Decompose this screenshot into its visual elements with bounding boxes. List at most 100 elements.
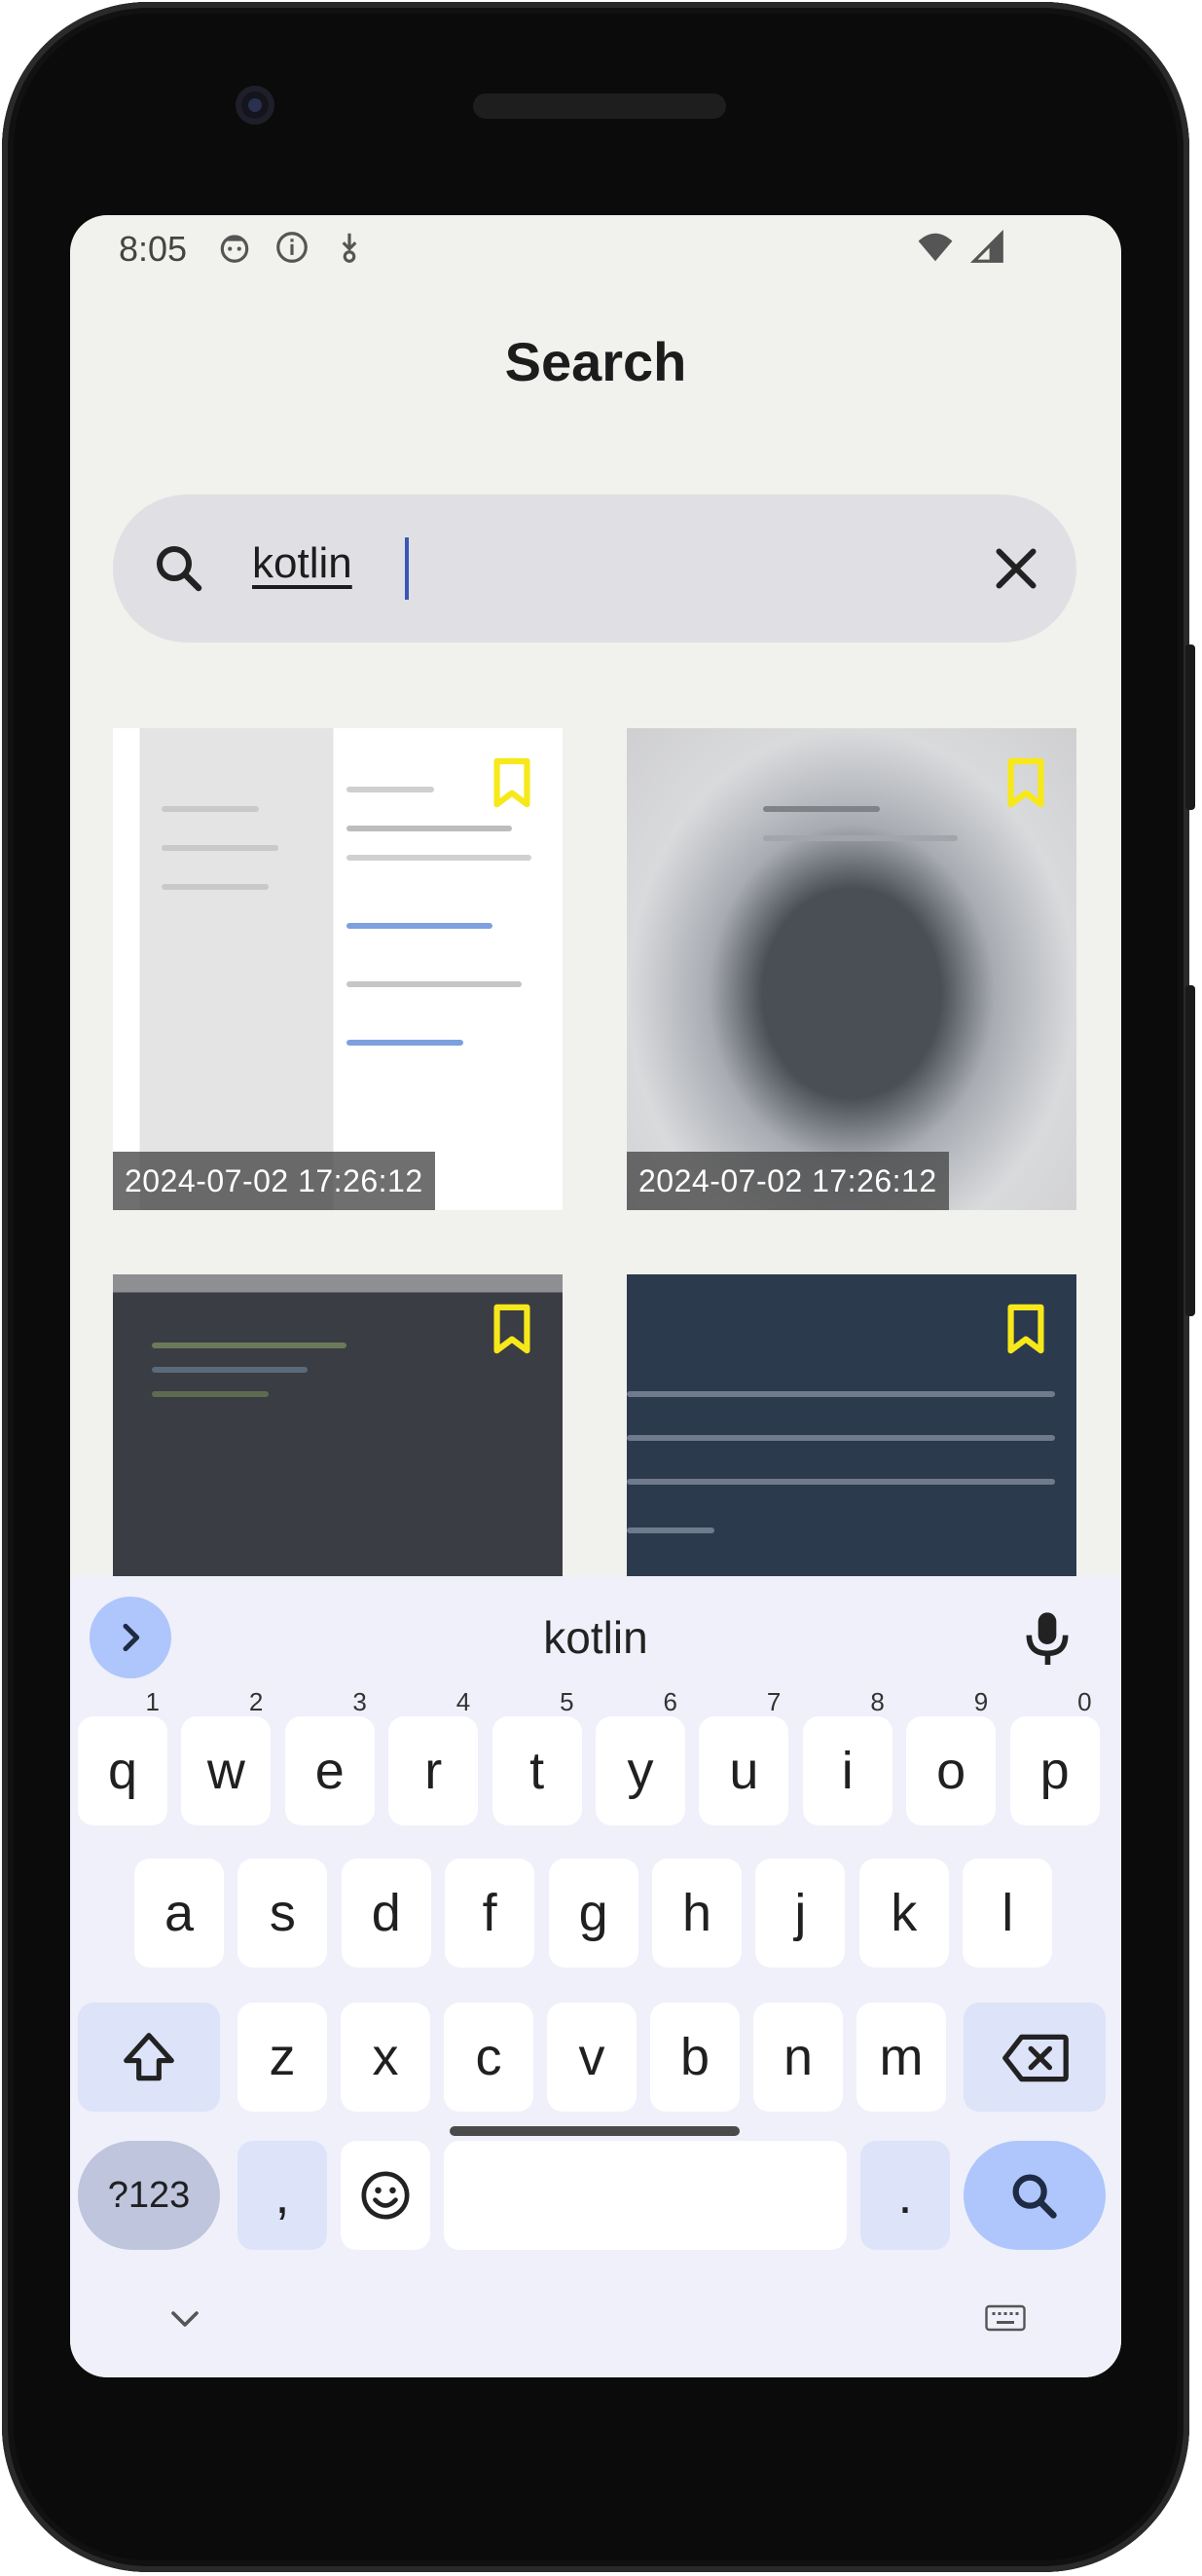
photo-timestamp: 2024-07-02 17:26:12 [113, 1152, 435, 1210]
key-r[interactable]: r4 [388, 1689, 479, 1825]
key-number-hint: 8 [870, 1687, 885, 1716]
key-number-hint: 2 [248, 1687, 264, 1716]
key-m[interactable]: m [856, 2003, 946, 2112]
backspace-key[interactable] [964, 2003, 1106, 2112]
signal-icon [969, 229, 1003, 263]
key-y[interactable]: y6 [596, 1689, 685, 1825]
key-t[interactable]: t5 [492, 1689, 582, 1825]
earpiece-speaker [473, 93, 726, 119]
text-cursor [405, 537, 409, 600]
thumbnail-text [152, 1343, 346, 1348]
key-label: r [424, 1742, 443, 1800]
key-label: y [627, 1742, 654, 1800]
key-p[interactable]: p0 [1009, 1689, 1100, 1825]
key-u[interactable]: u7 [699, 1689, 789, 1825]
search-icon [1012, 2174, 1057, 2219]
thumbnail-text [346, 826, 512, 831]
thumbnail-text [346, 855, 531, 861]
keyboard-switch-icon[interactable] [983, 2303, 1028, 2333]
key-e[interactable]: e3 [284, 1689, 375, 1825]
key-f[interactable]: f [445, 1858, 535, 1968]
key-n[interactable]: n [753, 2003, 843, 2112]
key-label: o [936, 1742, 966, 1800]
result-card[interactable]: 2024-07-02 17:26:12 [627, 728, 1076, 1210]
key-label: p [1039, 1742, 1070, 1800]
key-label: i [841, 1742, 854, 1800]
key-i[interactable]: i8 [802, 1689, 892, 1825]
result-card[interactable] [627, 1274, 1076, 1576]
bookmark-icon[interactable] [1006, 757, 1045, 810]
key-o[interactable]: o9 [906, 1689, 997, 1825]
shift-icon [124, 2033, 174, 2081]
key-a[interactable]: a [134, 1858, 224, 1968]
key-v[interactable]: v [547, 2003, 637, 2112]
search-key[interactable] [964, 2141, 1106, 2250]
backspace-icon [1002, 2034, 1069, 2082]
page-title: Search [504, 331, 687, 392]
bookmark-icon[interactable] [492, 757, 531, 810]
screen: 8:05 Search kotlin 2024-07-02 17:26:12 2… [70, 215, 1121, 2377]
thumbnail-text [763, 806, 880, 812]
key-number-hint: 3 [352, 1687, 367, 1716]
key-s[interactable]: s [237, 1858, 328, 1968]
thumbnail-text [346, 1040, 463, 1046]
status-time: 8:05 [119, 229, 188, 269]
volume-button [1185, 985, 1195, 1316]
close-icon[interactable] [987, 539, 1045, 598]
emoji-icon [361, 2171, 410, 2220]
key-x[interactable]: x [341, 2003, 430, 2112]
front-camera [236, 86, 274, 125]
thumbnail-text [346, 981, 522, 987]
shift-key[interactable] [78, 2003, 220, 2112]
thumbnail-text [152, 1367, 308, 1373]
key-l[interactable]: l [963, 1858, 1053, 1968]
search-bar[interactable]: kotlin [113, 495, 1076, 643]
key-w[interactable]: w2 [181, 1689, 272, 1825]
comma-key[interactable]: , [237, 2141, 327, 2250]
thumbnail-text [627, 1527, 714, 1533]
key-h[interactable]: h [652, 1858, 742, 1968]
key-label: u [729, 1742, 759, 1800]
bookmark-icon[interactable] [492, 1304, 531, 1356]
thumbnail-text [346, 923, 492, 929]
emoji-key[interactable] [341, 2141, 430, 2250]
suggestion-word[interactable]: kotlin [70, 1611, 1121, 1664]
key-d[interactable]: d [341, 1858, 431, 1968]
photo-timestamp: 2024-07-02 17:26:12 [627, 1152, 949, 1210]
face-notification-icon [220, 235, 249, 263]
key-c[interactable]: c [444, 2003, 533, 2112]
key-label: w [206, 1742, 245, 1800]
search-input[interactable]: kotlin [252, 539, 352, 588]
symbols-key[interactable]: ?123 [78, 2141, 220, 2250]
wifi-icon [918, 233, 953, 262]
key-number-hint: 0 [1077, 1687, 1092, 1716]
key-j[interactable]: j [755, 1858, 846, 1968]
period-key[interactable]: . [860, 2141, 950, 2250]
power-button [1185, 644, 1195, 810]
key-g[interactable]: g [548, 1858, 638, 1968]
microphone-icon[interactable] [1020, 1607, 1075, 1668]
key-z[interactable]: z [237, 2003, 327, 2112]
key-b[interactable]: b [650, 2003, 740, 2112]
bookmark-icon[interactable] [1006, 1304, 1045, 1356]
result-card[interactable] [113, 1274, 563, 1576]
search-icon[interactable] [150, 539, 208, 598]
hide-keyboard-icon[interactable] [167, 2307, 202, 2331]
key-number-hint: 7 [766, 1687, 782, 1716]
thumbnail-text [627, 1391, 1055, 1397]
info-icon [276, 232, 308, 263]
space-key[interactable] [444, 2141, 847, 2250]
thumbnail-text [162, 845, 278, 851]
thumbnail-text [346, 787, 434, 792]
key-number-hint: 4 [455, 1687, 471, 1716]
soft-keyboard: kotlin q1w2e3r4t5y6u7i8o9p0 asdfghjkl zx… [70, 1576, 1121, 2377]
result-card[interactable]: 2024-07-02 17:26:12 [113, 728, 563, 1210]
key-number-hint: 5 [560, 1687, 574, 1716]
thumbnail-text [162, 806, 259, 812]
key-number-hint: 6 [663, 1687, 677, 1716]
key-label: t [529, 1742, 545, 1800]
key-label: e [314, 1742, 345, 1800]
home-indicator[interactable] [450, 2126, 740, 2136]
key-k[interactable]: k [858, 1858, 949, 1968]
key-q[interactable]: q1 [78, 1689, 167, 1825]
